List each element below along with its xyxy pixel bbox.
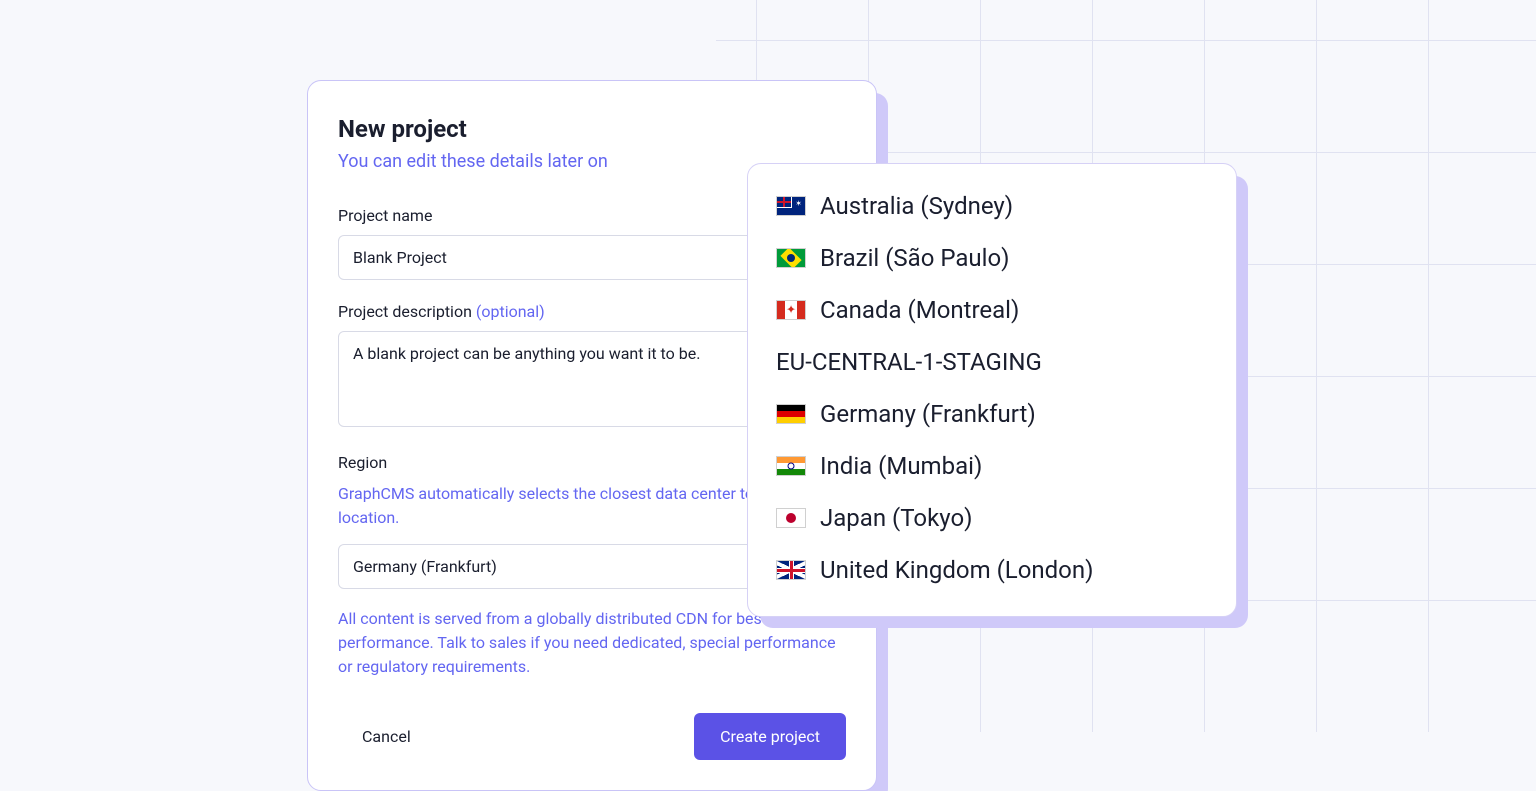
region-option-label: India (Mumbai) [820, 452, 982, 480]
optional-tag: (optional) [476, 302, 545, 321]
modal-title: New project [338, 115, 846, 143]
region-option[interactable]: EU-CENTRAL-1-STAGING [772, 336, 1212, 388]
cancel-button[interactable]: Cancel [338, 715, 435, 758]
region-option-label: Germany (Frankfurt) [820, 400, 1036, 428]
region-option[interactable]: Brazil (São Paulo) [772, 232, 1212, 284]
region-option[interactable]: Canada (Montreal) [772, 284, 1212, 336]
region-option[interactable]: Germany (Frankfurt) [772, 388, 1212, 440]
flag-icon [776, 248, 806, 268]
region-option-label: Brazil (São Paulo) [820, 244, 1010, 272]
region-option[interactable]: United Kingdom (London) [772, 544, 1212, 596]
talk-to-sales-link[interactable]: Talk to sales [437, 633, 526, 652]
region-option-label: Japan (Tokyo) [820, 504, 972, 532]
region-option-label: EU-CENTRAL-1-STAGING [776, 348, 1042, 376]
region-option-label: United Kingdom (London) [820, 556, 1093, 584]
flag-icon [776, 560, 806, 580]
region-dropdown-panel: Australia (Sydney) Brazil (São Paulo) Cana… [747, 163, 1237, 617]
region-selected-value: Germany (Frankfurt) [353, 557, 497, 576]
flag-icon [776, 456, 806, 476]
cdn-footnote: All content is served from a globally di… [338, 607, 846, 679]
flag-icon [776, 404, 806, 424]
flag-icon [776, 300, 806, 320]
flag-icon [776, 196, 806, 216]
region-option[interactable]: India (Mumbai) [772, 440, 1212, 492]
region-option[interactable]: Australia (Sydney) [772, 180, 1212, 232]
region-option-label: Canada (Montreal) [820, 296, 1019, 324]
modal-button-row: Cancel Create project [338, 713, 846, 760]
region-option[interactable]: Japan (Tokyo) [772, 492, 1212, 544]
flag-icon [776, 508, 806, 528]
create-project-button[interactable]: Create project [694, 713, 846, 760]
region-option-label: Australia (Sydney) [820, 192, 1013, 220]
